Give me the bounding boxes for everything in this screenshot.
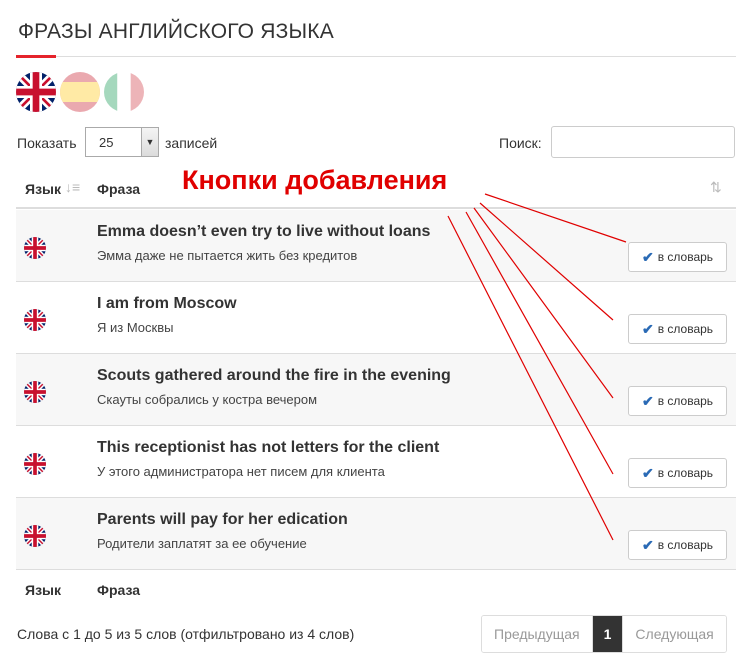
phrase-text: Scouts gathered around the fire in the e… — [97, 367, 451, 384]
column-header-language-label: Язык — [25, 181, 61, 197]
page-size-value: 25 — [99, 135, 114, 150]
page-size-select[interactable]: 25 ▼ — [85, 127, 159, 157]
phrase-translation: Я из Москвы — [97, 320, 174, 335]
check-icon: ✔ — [641, 392, 654, 409]
add-to-dictionary-button[interactable]: ✔ в словарь — [628, 242, 727, 272]
search-input[interactable] — [551, 126, 735, 158]
footer-column-language: Язык — [25, 582, 61, 598]
table-row: Parents will pay for her edication Родите… — [16, 498, 736, 570]
phrase-translation: У этого администратора нет писем для кли… — [97, 464, 385, 479]
next-page-button[interactable]: Следующая — [623, 616, 726, 652]
page-title: ФРАЗЫ АНГЛИЙСКОГО ЯЗЫКА — [18, 20, 334, 43]
add-to-dictionary-label: в словарь — [657, 322, 714, 336]
records-label: записей — [165, 135, 218, 151]
add-to-dictionary-button[interactable]: ✔ в словарь — [628, 314, 727, 344]
check-icon: ✔ — [641, 248, 654, 265]
check-icon: ✔ — [641, 536, 654, 553]
table-info: Слова с 1 до 5 из 5 слов (отфильтровано … — [17, 626, 355, 642]
phrase-text: Emma doesn’t even try to live without lo… — [97, 223, 431, 240]
table-row: I am from Moscow Я из Москвы ✔ в словарь — [16, 282, 736, 354]
search-label: Поиск: — [499, 135, 542, 151]
add-to-dictionary-button[interactable]: ✔ в словарь — [628, 458, 727, 488]
phrase-translation: Эмма даже не пытается жить без кредитов — [97, 248, 358, 263]
column-header-phrase[interactable]: Фраза — [97, 181, 140, 197]
uk-flag-icon — [24, 453, 46, 475]
add-to-dictionary-label: в словарь — [657, 394, 714, 408]
table-row: This receptionist has not letters for th… — [16, 426, 736, 498]
phrase-text: Parents will pay for her edication — [97, 511, 348, 528]
uk-flag-icon — [24, 525, 46, 547]
add-to-dictionary-label: в словарь — [657, 250, 714, 264]
header-divider — [16, 207, 736, 209]
current-page-button[interactable]: 1 — [591, 616, 624, 652]
chevron-down-icon[interactable]: ▼ — [141, 128, 158, 156]
annotation-label: Кнопки добавления — [182, 165, 448, 195]
phrase-text: This receptionist has not letters for th… — [97, 439, 440, 456]
show-label: Показать — [17, 135, 77, 151]
phrase-translation: Родители заплатят за ее обучение — [97, 536, 307, 551]
check-icon: ✔ — [641, 464, 654, 481]
uk-flag-icon — [24, 237, 46, 259]
sort-desc-icon[interactable]: ↓≡ — [65, 179, 80, 195]
italy-flag-icon[interactable] — [104, 72, 144, 112]
phrase-translation: Скауты собрались у костра вечером — [97, 392, 318, 407]
spain-flag-icon[interactable] — [60, 72, 100, 112]
table-row: Emma doesn’t even try to live without lo… — [16, 210, 736, 282]
title-accent-bar — [16, 55, 56, 58]
add-to-dictionary-button[interactable]: ✔ в словарь — [628, 386, 727, 416]
prev-page-button[interactable]: Предыдущая — [482, 616, 592, 652]
uk-flag-icon — [24, 309, 46, 331]
title-divider — [16, 56, 736, 57]
sort-icon[interactable]: ⇅ — [710, 179, 722, 196]
language-selector — [16, 72, 144, 112]
add-to-dictionary-label: в словарь — [657, 466, 714, 480]
column-header-phrase-label: Фраза — [97, 181, 141, 197]
table-row: Scouts gathered around the fire in the e… — [16, 354, 736, 426]
add-to-dictionary-label: в словарь — [657, 538, 714, 552]
column-header-language[interactable]: Язык — [25, 181, 61, 197]
phrase-text: I am from Moscow — [97, 295, 237, 312]
uk-flag-icon — [24, 381, 46, 403]
check-icon: ✔ — [641, 320, 654, 337]
uk-flag-icon[interactable] — [16, 72, 56, 112]
add-to-dictionary-button[interactable]: ✔ в словарь — [628, 530, 727, 560]
pagination: Предыдущая 1 Следующая — [481, 615, 727, 653]
footer-column-phrase: Фраза — [97, 582, 141, 598]
